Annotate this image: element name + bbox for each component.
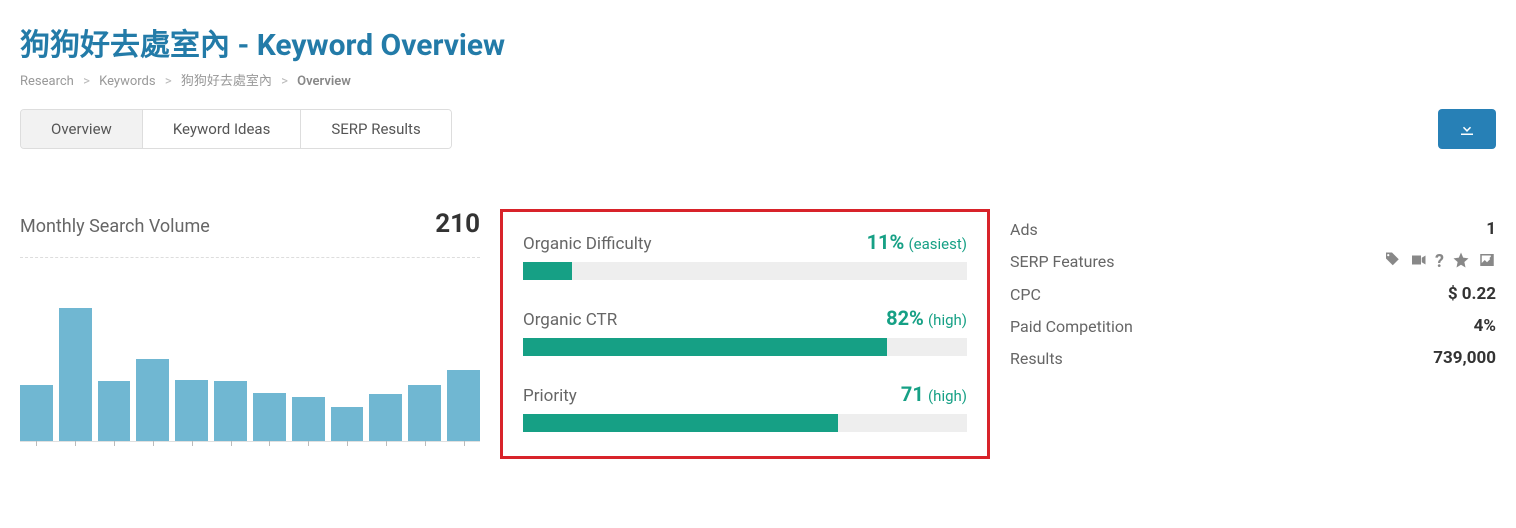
video-icon xyxy=(1409,251,1427,269)
organic-ctr-qualifier: (high) xyxy=(928,311,967,329)
search-volume-value: 210 xyxy=(435,209,480,239)
breadcrumb: Research > Keywords > 狗狗好去處室內 > Overview xyxy=(20,70,1496,89)
tab-overview[interactable]: Overview xyxy=(21,110,143,148)
priority-label: Priority xyxy=(523,386,577,406)
page-title: 狗狗好去處室內 - Keyword Overview xyxy=(20,20,1496,64)
tag-icon xyxy=(1383,251,1401,269)
tab-serp-results[interactable]: SERP Results xyxy=(301,110,450,148)
stat-results-label: Results xyxy=(1010,349,1063,368)
organic-difficulty-label: Organic Difficulty xyxy=(523,234,652,254)
organic-difficulty-metric: Organic Difficulty 11% (easiest) xyxy=(523,230,967,280)
download-button[interactable] xyxy=(1438,109,1496,149)
stat-results-value: 739,000 xyxy=(1433,348,1496,368)
stat-cpc-value: $ 0.22 xyxy=(1448,284,1496,304)
download-icon xyxy=(1458,120,1476,138)
stat-ads: Ads 1 xyxy=(1010,213,1496,245)
keyword-metrics-panel: Organic Difficulty 11% (easiest) Organic… xyxy=(500,209,990,459)
organic-ctr-bar xyxy=(523,338,967,356)
stat-paid-label: Paid Competition xyxy=(1010,317,1133,336)
stat-cpc-label: CPC xyxy=(1010,285,1041,304)
stat-ads-value: 1 xyxy=(1486,219,1496,239)
organic-ctr-value: 82% xyxy=(886,306,924,330)
star-icon xyxy=(1452,251,1470,269)
chart-bar xyxy=(292,397,325,441)
chart-bar xyxy=(369,394,402,441)
stat-paid-value: 4% xyxy=(1474,316,1496,336)
organic-ctr-label: Organic CTR xyxy=(523,310,617,330)
question-icon: ? xyxy=(1435,251,1444,272)
search-volume-chart xyxy=(20,262,480,442)
organic-difficulty-qualifier: (easiest) xyxy=(909,235,967,253)
stat-results: Results 739,000 xyxy=(1010,342,1496,374)
breadcrumb-sep: > xyxy=(281,74,288,89)
stats-panel: Ads 1 SERP Features ? CPC $ 0.22 Paid Co… xyxy=(1010,209,1496,374)
search-volume-label: Monthly Search Volume xyxy=(20,216,210,237)
breadcrumb-sep: > xyxy=(83,74,90,89)
chart-bar xyxy=(175,380,208,441)
tabs: Overview Keyword Ideas SERP Results xyxy=(20,109,452,149)
serp-feature-icons: ? xyxy=(1383,251,1496,272)
stat-serp-features: SERP Features ? xyxy=(1010,245,1496,278)
organic-ctr-metric: Organic CTR 82% (high) xyxy=(523,306,967,356)
chart-bar xyxy=(253,393,286,441)
priority-qualifier: (high) xyxy=(928,387,967,405)
search-volume-panel: Monthly Search Volume 210 xyxy=(20,209,480,442)
organic-difficulty-bar xyxy=(523,262,967,280)
chart-bar xyxy=(214,381,247,441)
breadcrumb-keywords[interactable]: Keywords xyxy=(99,74,155,89)
chart-bar xyxy=(331,407,364,441)
stat-serp-features-label: SERP Features xyxy=(1010,252,1114,271)
image-icon xyxy=(1478,251,1496,269)
chart-bar xyxy=(408,385,441,441)
stat-paid-competition: Paid Competition 4% xyxy=(1010,310,1496,342)
stat-ads-label: Ads xyxy=(1010,220,1038,239)
organic-difficulty-value: 11% xyxy=(867,230,905,254)
chart-bar xyxy=(447,370,480,441)
tab-keyword-ideas[interactable]: Keyword Ideas xyxy=(143,110,302,148)
chart-bar xyxy=(136,359,169,441)
breadcrumb-research[interactable]: Research xyxy=(20,74,74,89)
chart-bar xyxy=(59,308,92,441)
stat-cpc: CPC $ 0.22 xyxy=(1010,278,1496,310)
priority-metric: Priority 71 (high) xyxy=(523,382,967,432)
chart-bar xyxy=(20,385,53,441)
breadcrumb-current: Overview xyxy=(297,74,351,89)
breadcrumb-keyword[interactable]: 狗狗好去處室內 xyxy=(181,74,272,89)
chart-bar xyxy=(98,381,131,441)
chart-gridline xyxy=(20,257,480,258)
breadcrumb-sep: > xyxy=(165,74,172,89)
priority-bar xyxy=(523,414,967,432)
priority-value: 71 xyxy=(901,382,924,406)
